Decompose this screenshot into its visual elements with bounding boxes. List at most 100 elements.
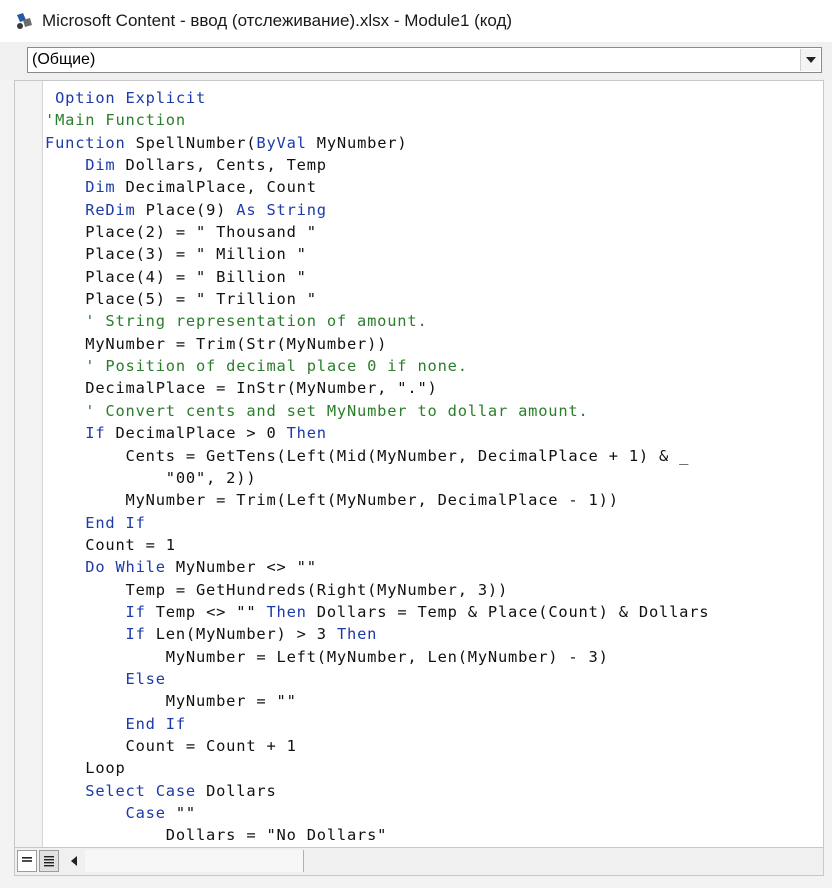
code-line[interactable]: If Temp <> "" Then Dollars = Temp & Plac… <box>45 601 823 623</box>
code-editor[interactable]: Option Explicit 'Main Function Function Sp… <box>45 87 823 847</box>
code-line[interactable]: ' Position of decimal place 0 if none. <box>45 355 823 377</box>
keyword-token: ReDim <box>85 200 136 219</box>
code-line[interactable]: If Len(MyNumber) > 3 Then <box>45 623 823 645</box>
keyword-token: Option Explicit <box>45 89 207 107</box>
code-token: "00", 2)) <box>45 468 257 487</box>
code-line[interactable]: "00", 2)) <box>45 467 823 489</box>
keyword-token: Then <box>266 602 307 621</box>
keyword-token: As String <box>236 200 327 219</box>
code-token: Dollars <box>196 781 277 800</box>
code-line[interactable]: 'Main Function <box>45 109 823 131</box>
code-line[interactable]: Place(2) = " Thousand " <box>45 221 823 243</box>
vba-editor-window: Microsoft Content - ввод (отслеживание).… <box>0 0 832 888</box>
full-module-view-icon[interactable] <box>39 850 59 872</box>
code-line[interactable]: ' String representation of amount. <box>45 310 823 332</box>
object-dropdown[interactable]: (Общие) <box>27 47 822 73</box>
comment-token: ' Position of decimal place 0 if none. <box>45 357 468 376</box>
title-bar: Microsoft Content - ввод (отслеживание).… <box>0 0 832 42</box>
code-line[interactable]: MyNumber = Left(MyNumber, Len(MyNumber) … <box>45 646 823 668</box>
code-line[interactable]: End If <box>45 713 823 735</box>
keyword-token: End If <box>125 714 186 733</box>
code-token: MyNumber <> "" <box>165 558 317 577</box>
code-line[interactable]: MyNumber = Trim(Left(MyNumber, DecimalPl… <box>45 489 823 511</box>
code-line[interactable]: If DecimalPlace > 0 Then <box>45 422 823 444</box>
code-token: MyNumber = Trim(Str(MyNumber)) <box>45 334 388 353</box>
code-token: MyNumber = Trim(Left(MyNumber, DecimalPl… <box>45 491 619 510</box>
code-token: Dollars = Temp & Place(Count) & Dollars <box>306 602 710 621</box>
code-token: Place(2) = " Thousand " <box>45 223 317 242</box>
code-token: Dollars = "No Dollars" <box>45 826 388 845</box>
code-token: Place(4) = " Billion " <box>45 267 307 286</box>
code-toolbar: (Общие) <box>0 42 832 80</box>
code-window[interactable]: Option Explicit 'Main Function Function Sp… <box>14 80 824 848</box>
code-token: MyNumber = Left(MyNumber, Len(MyNumber) … <box>45 647 609 666</box>
code-token: Temp = GetHundreds(Right(MyNumber, 3)) <box>45 580 509 599</box>
code-line[interactable]: MyNumber = "" <box>45 690 823 712</box>
object-dropdown-value: (Общие) <box>32 51 96 68</box>
code-line[interactable]: End If <box>45 512 823 534</box>
code-line[interactable]: Dim DecimalPlace, Count <box>45 176 823 198</box>
margin-indicator-bar[interactable] <box>15 81 43 847</box>
keyword-token: Do While <box>85 558 166 577</box>
code-line[interactable]: Loop <box>45 757 823 779</box>
code-line[interactable]: Count = Count + 1 <box>45 735 823 757</box>
code-token: Cents = GetTens(Left(Mid(MyNumber, Decim… <box>45 446 690 465</box>
code-line[interactable]: Cents = GetTens(Left(Mid(MyNumber, Decim… <box>45 445 823 467</box>
keyword-token: Then <box>286 424 327 443</box>
code-token: DecimalPlace = InStr(MyNumber, ".") <box>45 379 438 398</box>
code-token: Count = Count + 1 <box>45 736 297 755</box>
code-line[interactable]: Temp = GetHundreds(Right(MyNumber, 3)) <box>45 579 823 601</box>
keyword-token: Case <box>125 804 166 822</box>
keyword-token: Select Case <box>85 781 196 800</box>
comment-token: ' String representation of amount. <box>45 312 428 331</box>
code-line[interactable]: Count = 1 <box>45 534 823 556</box>
code-line[interactable]: Option Explicit <box>45 87 823 109</box>
procedure-view-icon[interactable] <box>17 850 37 872</box>
code-line[interactable]: Place(3) = " Million " <box>45 243 823 265</box>
comment-token: ' Convert cents and set MyNumber to doll… <box>45 401 589 420</box>
keyword-token: If <box>85 424 106 443</box>
code-token: Len(MyNumber) > 3 <box>145 625 337 644</box>
code-token: SpellNumber( <box>135 133 257 152</box>
code-line[interactable]: Else <box>45 668 823 690</box>
code-line[interactable]: MyNumber = Trim(Str(MyNumber)) <box>45 333 823 355</box>
keyword-token: Else <box>125 669 166 688</box>
code-line[interactable]: ' Convert cents and set MyNumber to doll… <box>45 400 823 422</box>
code-line[interactable]: Function SpellNumber(ByVal MyNumber) <box>45 132 823 154</box>
keyword-token: Function <box>45 133 136 152</box>
code-line[interactable]: Select Case Dollars <box>45 780 823 802</box>
code-token: Dollars, Cents, Temp <box>115 156 327 175</box>
keyword-token: Then <box>336 625 378 644</box>
code-line[interactable]: Dollars = "No Dollars" <box>45 824 823 846</box>
code-line[interactable]: Place(4) = " Billion " <box>45 266 823 288</box>
code-line[interactable]: Do While MyNumber <> "" <box>45 556 823 578</box>
dropdown-arrow-icon[interactable] <box>800 49 820 71</box>
code-line[interactable]: Place(5) = " Trillion " <box>45 288 823 310</box>
keyword-token: End If <box>85 513 146 532</box>
code-token: Place(9) <box>135 200 237 219</box>
horizontal-scrollbar[interactable] <box>85 850 304 872</box>
vba-editor-icon <box>14 11 34 31</box>
scroll-left-arrow-icon[interactable] <box>65 850 83 872</box>
code-line[interactable]: ReDim Place(9) As String <box>45 199 823 221</box>
keyword-token: ByVal <box>256 133 307 152</box>
code-line[interactable]: DecimalPlace = InStr(MyNumber, ".") <box>45 377 823 399</box>
code-line[interactable]: Dim Dollars, Cents, Temp <box>45 154 823 176</box>
window-title: Microsoft Content - ввод (отслеживание).… <box>42 11 513 30</box>
code-token: MyNumber = "" <box>45 692 297 711</box>
code-line[interactable]: Case "" <box>45 802 823 824</box>
code-window-footer <box>14 848 824 876</box>
code-token: DecimalPlace, Count <box>115 178 317 197</box>
comment-token: 'Main Function <box>45 111 186 130</box>
keyword-token: If <box>125 625 146 644</box>
